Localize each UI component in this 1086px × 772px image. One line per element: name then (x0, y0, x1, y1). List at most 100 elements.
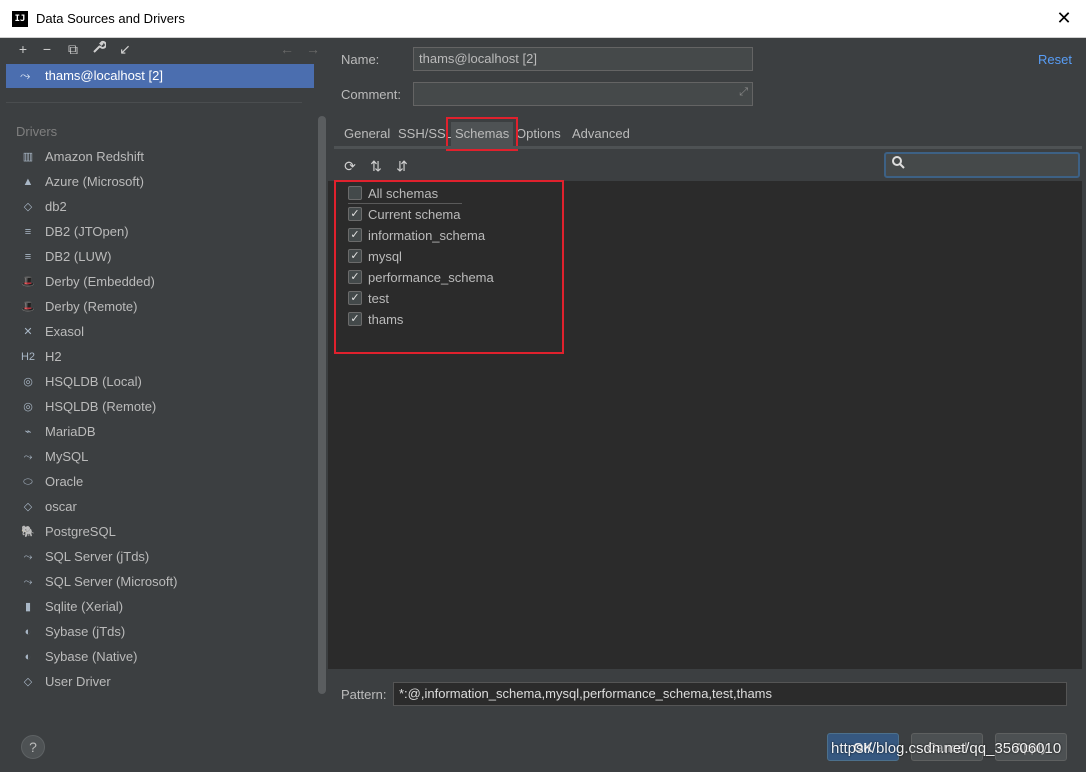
forward-arrow-icon[interactable]: → (304, 40, 322, 58)
name-field[interactable]: thams@localhost [2] (413, 47, 753, 71)
sybase-icon: ◐ (24, 626, 32, 638)
sqlserver-icon: ⤳ (23, 576, 33, 588)
sqlserver-icon: ⤳ (23, 551, 33, 563)
copy-icon[interactable]: ⧉ (64, 40, 82, 58)
driver-label: PostgreSQL (45, 524, 116, 539)
right-panel: Name: thams@localhost [2] Reset Comment:… (328, 38, 1082, 721)
oscar-icon: ◇ (23, 501, 33, 513)
driver-item[interactable]: ▥ Amazon Redshift (16, 145, 306, 170)
add-icon[interactable]: + (14, 40, 32, 58)
redshift-icon: ▥ (22, 151, 34, 163)
back-arrow-icon[interactable]: ← (278, 40, 296, 58)
comment-field[interactable]: ⤢ (413, 82, 753, 106)
driver-item[interactable]: ▮ Sqlite (Xerial) (16, 595, 306, 620)
pattern-field[interactable]: *:@,information_schema,mysql,performance… (393, 682, 1067, 706)
driver-item[interactable]: H2 H2 (16, 345, 306, 370)
driver-item[interactable]: ⬭ Oracle (16, 470, 306, 495)
help-button[interactable]: ? (21, 735, 45, 759)
driver-item[interactable]: 🎩 Derby (Embedded) (16, 270, 306, 295)
driver-label: HSQLDB (Local) (45, 374, 142, 389)
wrench-icon[interactable] (90, 40, 108, 58)
sqlite-icon: ▮ (24, 601, 32, 613)
driver-item[interactable]: ⌁ MariaDB (16, 420, 306, 445)
driver-label: Sqlite (Xerial) (45, 599, 124, 614)
watermark: https://blog.csdn.net/qq_35606010 (831, 740, 1062, 757)
data-source-item[interactable]: ⤳ thams@localhost [2] (6, 64, 314, 88)
data-source-label: thams@localhost [2] (45, 68, 163, 83)
h2-icon: H2 (20, 351, 36, 363)
driver-label: Exasol (45, 324, 85, 339)
search-input[interactable] (884, 152, 1080, 178)
derby-icon: 🎩 (21, 276, 35, 288)
hsqldb-icon: ◎ (23, 401, 33, 413)
derby-icon: 🎩 (21, 301, 35, 313)
driver-item[interactable]: ▲ Azure (Microsoft) (16, 170, 306, 195)
left-toolbar: + − ⧉ ↙ ← → (6, 38, 328, 62)
expand-icon[interactable]: ⤢ (739, 86, 748, 99)
driver-label: Azure (Microsoft) (45, 174, 144, 189)
driver-label: Derby (Remote) (45, 299, 138, 314)
driver-label: Amazon Redshift (45, 149, 144, 164)
close-icon[interactable]: ✕ (1054, 8, 1074, 28)
collapse-all-icon[interactable]: ⇵ (393, 157, 411, 175)
mysql-icon: ⤳ (20, 68, 31, 83)
refresh-icon[interactable]: ⟳ (341, 157, 359, 175)
driver-label: Derby (Embedded) (45, 274, 155, 289)
expand-all-icon[interactable]: ⇅ (367, 157, 385, 175)
driver-item[interactable]: ≡ DB2 (LUW) (16, 245, 306, 270)
left-scrollbar[interactable] (318, 116, 326, 694)
reset-link[interactable]: Reset (1038, 52, 1072, 67)
driver-item[interactable]: ◎ HSQLDB (Remote) (16, 395, 306, 420)
title-bar: IJ Data Sources and Drivers ✕ (0, 0, 1086, 38)
driver-item[interactable]: ◐ Sybase (jTds) (16, 620, 306, 645)
search-icon (892, 156, 905, 172)
driver-item[interactable]: ⤳ MySQL (16, 445, 306, 470)
ibm-db2-icon: ≡ (24, 251, 32, 263)
driver-item[interactable]: ✕ Exasol (16, 320, 306, 345)
intellij-icon: IJ (12, 11, 28, 27)
driver-item[interactable]: ◎ HSQLDB (Local) (16, 370, 306, 395)
tab-general[interactable]: General (340, 122, 394, 146)
driver-item[interactable]: 🎩 Derby (Remote) (16, 295, 306, 320)
driver-item[interactable]: ⤳ SQL Server (Microsoft) (16, 570, 306, 595)
driver-label: MariaDB (45, 424, 96, 439)
postgresql-icon: 🐘 (21, 526, 35, 538)
db2-icon: ◇ (23, 201, 33, 213)
driver-item[interactable]: ⤳ SQL Server (jTds) (16, 545, 306, 570)
driver-label: oscar (45, 499, 77, 514)
driver-item[interactable]: ◇ oscar (16, 495, 306, 520)
ibm-db2-icon: ≡ (24, 226, 32, 238)
driver-label: DB2 (LUW) (45, 249, 112, 264)
driver-label: SQL Server (Microsoft) (45, 574, 178, 589)
drivers-heading: Drivers (16, 124, 58, 139)
driver-item[interactable]: ≡ DB2 (JTOpen) (16, 220, 306, 245)
name-label: Name: (341, 52, 380, 67)
dialog-body: + − ⧉ ↙ ← → ⤳ thams@localhost [2] Driver… (6, 38, 1082, 766)
azure-icon: ▲ (22, 176, 34, 188)
sybase-icon: ◐ (24, 651, 32, 663)
tab-advanced[interactable]: Advanced (568, 122, 634, 146)
oracle-icon: ⬭ (23, 476, 33, 488)
driver-item[interactable]: 🐘 PostgreSQL (16, 520, 306, 545)
driver-label: H2 (45, 349, 62, 364)
pattern-bar: Pattern: *:@,information_schema,mysql,pe… (328, 669, 1082, 721)
pattern-label: Pattern: (341, 687, 387, 702)
driver-label: MySQL (45, 449, 89, 464)
driver-label: DB2 (JTOpen) (45, 224, 129, 239)
highlight-box (334, 180, 564, 354)
driver-label: Oracle (45, 474, 84, 489)
tab-options[interactable]: Options (512, 122, 565, 146)
user-driver-icon: ◇ (23, 676, 33, 688)
drivers-list: ▥ Amazon Redshift ▲ Azure (Microsoft) ◇ db2 ≡ D… (16, 145, 306, 695)
import-icon[interactable]: ↙ (116, 40, 134, 58)
tab-underline (334, 146, 1082, 149)
remove-icon[interactable]: − (38, 40, 56, 58)
driver-label: Sybase (Native) (45, 649, 138, 664)
driver-label: User Driver (45, 674, 111, 689)
hsqldb-icon: ◎ (23, 376, 33, 388)
driver-item[interactable]: ◇ db2 (16, 195, 306, 220)
driver-label: Sybase (jTds) (45, 624, 126, 639)
driver-item[interactable]: ◇ User Driver (16, 670, 306, 695)
driver-item[interactable]: ◐ Sybase (Native) (16, 645, 306, 670)
mariadb-icon: ⌁ (24, 426, 32, 438)
